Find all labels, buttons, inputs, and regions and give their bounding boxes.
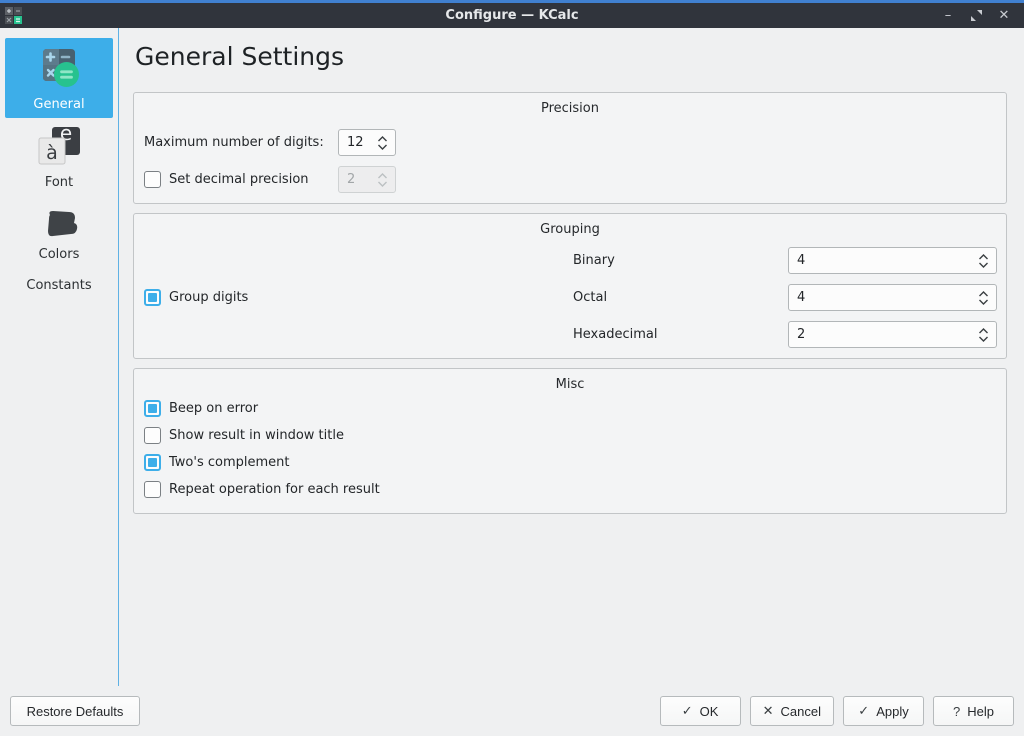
main-panel: General Settings Precision Maximum numbe… xyxy=(119,28,1024,686)
spin-up-icon[interactable] xyxy=(978,291,989,297)
help-label: Help xyxy=(967,704,994,719)
beep-on-error-label: Beep on error xyxy=(169,401,258,416)
help-button[interactable]: ? Help xyxy=(933,696,1014,726)
binary-row: Binary 4 xyxy=(573,247,997,274)
twos-complement-checkbox[interactable] xyxy=(144,454,161,471)
spinner-buttons xyxy=(377,136,388,150)
set-decimal-precision-label: Set decimal precision xyxy=(169,172,309,187)
hexadecimal-spinbox[interactable]: 2 xyxy=(788,321,997,348)
misc-groupbox: Misc Beep on error Show result in window… xyxy=(133,368,1007,514)
grouping-body: Group digits Binary 4 xyxy=(143,247,997,348)
group-digits-checkbox[interactable] xyxy=(144,289,161,306)
kcalc-calculator-icon xyxy=(35,45,83,93)
font-icon: ë à xyxy=(36,127,82,171)
window-title: Configure — KCalc xyxy=(0,8,1024,23)
spin-down-icon[interactable] xyxy=(978,336,989,342)
show-result-label: Show result in window title xyxy=(169,428,344,443)
sidebar-item-general[interactable]: General xyxy=(5,38,113,118)
decimal-precision-spinbox: 2 xyxy=(338,166,396,193)
max-digits-label: Maximum number of digits: xyxy=(144,135,338,150)
binary-value[interactable]: 4 xyxy=(797,253,978,268)
titlebar: Configure — KCalc – ✕ xyxy=(0,0,1024,28)
apply-button[interactable]: ✓ Apply xyxy=(843,696,924,726)
repeat-operation-row: Repeat operation for each result xyxy=(143,476,997,503)
kcalc-app-icon xyxy=(5,7,22,24)
binary-spinbox[interactable]: 4 xyxy=(788,247,997,274)
cancel-button[interactable]: ✕ Cancel xyxy=(750,696,834,726)
question-icon: ? xyxy=(953,704,960,719)
grouping-rows: Binary 4 Octal xyxy=(573,247,997,348)
configure-dialog: Configure — KCalc – ✕ xyxy=(0,0,1024,736)
cancel-label: Cancel xyxy=(781,704,821,719)
decimal-precision-row: Set decimal precision 2 xyxy=(143,166,997,193)
octal-spinbox[interactable]: 4 xyxy=(788,284,997,311)
sidebar-item-colors[interactable]: Colors xyxy=(5,209,113,262)
hexadecimal-label: Hexadecimal xyxy=(573,327,788,342)
window-controls: – ✕ xyxy=(936,5,1024,27)
precision-group-title: Precision xyxy=(143,99,997,119)
max-digits-row: Maximum number of digits: 12 xyxy=(143,129,997,156)
octal-value[interactable]: 4 xyxy=(797,290,978,305)
sidebar-item-label: General xyxy=(33,97,84,112)
hexadecimal-row: Hexadecimal 2 xyxy=(573,321,997,348)
sidebar-item-label: Constants xyxy=(26,278,91,293)
apply-label: Apply xyxy=(876,704,909,719)
sidebar-item-constants[interactable]: Constants xyxy=(5,270,113,297)
close-icon[interactable]: ✕ xyxy=(992,5,1016,27)
precision-groupbox: Precision Maximum number of digits: 12 xyxy=(133,92,1007,204)
spin-down-icon[interactable] xyxy=(978,299,989,305)
hexadecimal-value[interactable]: 2 xyxy=(797,327,978,342)
show-result-checkbox[interactable] xyxy=(144,427,161,444)
colors-icon xyxy=(40,209,78,243)
set-decimal-precision-checkbox[interactable] xyxy=(144,171,161,188)
restore-icon[interactable] xyxy=(964,5,988,27)
spinner-buttons xyxy=(978,291,989,305)
page-title: General Settings xyxy=(135,42,1007,71)
octal-label: Octal xyxy=(573,290,788,305)
svg-text:à: à xyxy=(46,142,58,164)
beep-on-error-checkbox[interactable] xyxy=(144,400,161,417)
max-digits-spinbox[interactable]: 12 xyxy=(338,129,396,156)
spin-up-icon[interactable] xyxy=(978,328,989,334)
grouping-groupbox: Grouping Group digits Binary 4 xyxy=(133,213,1007,359)
repeat-operation-label: Repeat operation for each result xyxy=(169,482,380,497)
sidebar-item-label: Font xyxy=(45,175,73,190)
grouping-group-title: Grouping xyxy=(143,220,997,240)
misc-group-title: Misc xyxy=(143,375,997,395)
sidebar: General ë à Font xyxy=(0,28,119,686)
max-digits-value[interactable]: 12 xyxy=(347,135,377,150)
octal-row: Octal 4 xyxy=(573,284,997,311)
spin-down-icon[interactable] xyxy=(978,262,989,268)
spin-down-icon[interactable] xyxy=(377,144,388,150)
minimize-icon[interactable]: – xyxy=(936,5,960,27)
binary-label: Binary xyxy=(573,253,788,268)
twos-complement-label: Two's complement xyxy=(169,455,289,470)
beep-on-error-row: Beep on error xyxy=(143,395,997,422)
check-icon: ✓ xyxy=(682,703,693,719)
spin-down-icon xyxy=(377,181,388,187)
check-icon: ✓ xyxy=(858,703,869,719)
show-result-row: Show result in window title xyxy=(143,422,997,449)
dialog-buttons: ✓ OK ✕ Cancel ✓ Apply ? Help xyxy=(660,696,1014,726)
ok-button[interactable]: ✓ OK xyxy=(660,696,741,726)
restore-defaults-button[interactable]: Restore Defaults xyxy=(10,696,140,726)
cross-icon: ✕ xyxy=(763,703,774,719)
restore-defaults-label: Restore Defaults xyxy=(27,704,124,719)
dialog-body: General ë à Font xyxy=(0,28,1024,686)
button-bar: Restore Defaults ✓ OK ✕ Cancel ✓ Apply ?… xyxy=(0,686,1024,736)
spinner-buttons xyxy=(978,328,989,342)
spin-up-icon xyxy=(377,173,388,179)
group-digits-label: Group digits xyxy=(169,290,248,305)
sidebar-item-font[interactable]: ë à Font xyxy=(5,127,113,190)
spinner-buttons xyxy=(978,254,989,268)
spin-up-icon[interactable] xyxy=(377,136,388,142)
repeat-operation-checkbox[interactable] xyxy=(144,481,161,498)
decimal-precision-value: 2 xyxy=(347,172,377,187)
sidebar-item-label: Colors xyxy=(39,247,80,262)
spinner-buttons xyxy=(377,173,388,187)
spin-up-icon[interactable] xyxy=(978,254,989,260)
ok-label: OK xyxy=(700,704,719,719)
twos-complement-row: Two's complement xyxy=(143,449,997,476)
